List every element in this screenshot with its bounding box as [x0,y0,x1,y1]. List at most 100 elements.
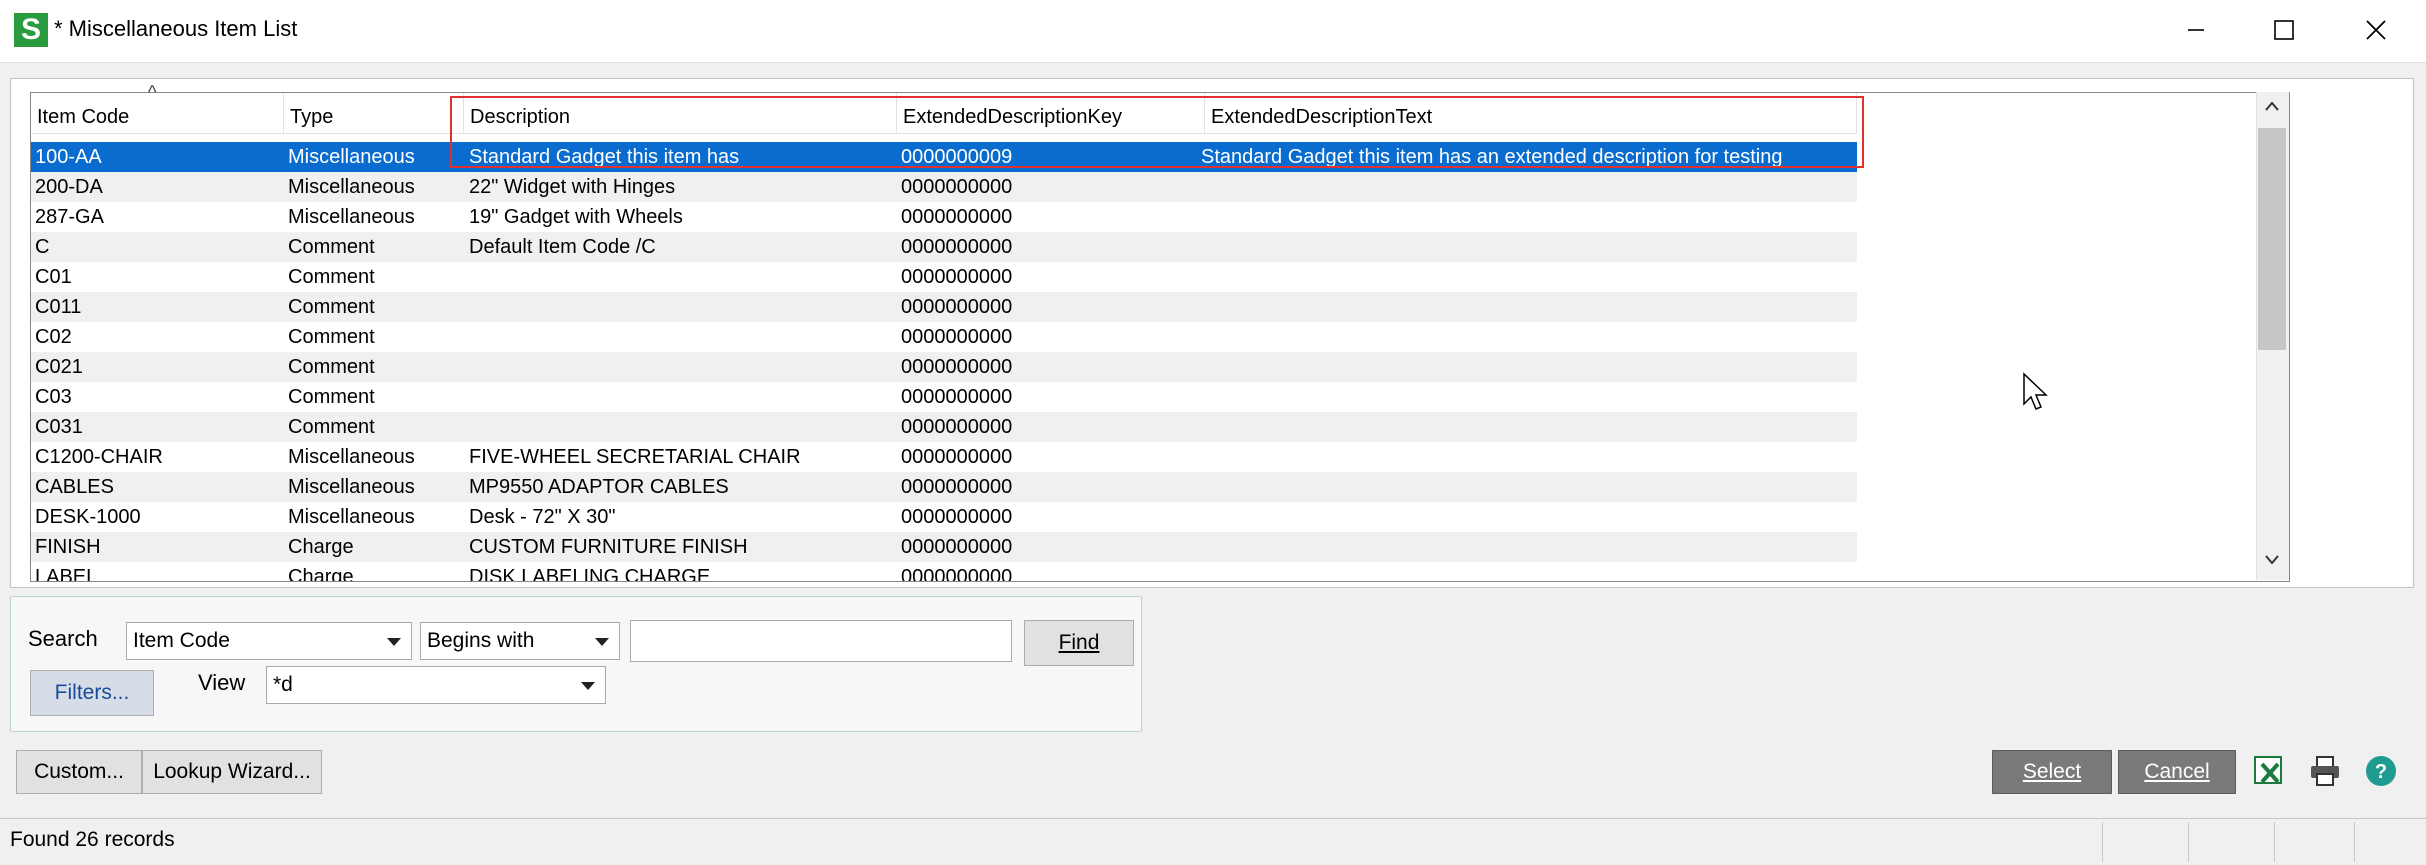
cell-item-code: 200-DA [35,176,103,198]
table-row[interactable]: CABLES Miscellaneous MP9550 ADAPTOR CABLES… [31,472,1857,502]
scroll-down-icon[interactable] [2262,550,2282,575]
cell-item-code: 100-AA [35,146,102,168]
table-row[interactable]: LABEL Charge DISK LABELING CHARGE 000000000… [31,562,1857,582]
table-row[interactable]: 200-DA Miscellaneous 22" Widget with Hinge… [31,172,1857,202]
view-select[interactable]: *d [266,666,606,704]
table-row[interactable]: C02 Comment 0000000000 [31,322,1857,352]
title-bar [0,0,2426,63]
cell-description: MP9550 ADAPTOR CABLES [469,476,729,498]
item-grid[interactable]: Item Code Type Description ExtendedDescr… [30,92,2290,582]
excel-export-icon[interactable] [2252,754,2286,793]
cell-extended-description-key: 0000000000 [901,326,1013,348]
cell-item-code: FINISH [35,536,101,558]
app-logo-icon: S [14,13,48,47]
cell-description: 19" Gadget with Wheels [469,206,683,228]
cell-extended-description-key: 0000000000 [901,446,1013,468]
cell-type: Comment [288,326,375,348]
cancel-button[interactable]: Cancel [2118,750,2236,794]
cell-extended-description-key: 0000000000 [901,476,1013,498]
chevron-down-icon [595,638,609,646]
column-header-extended-description-key[interactable]: ExtendedDescriptionKey [897,93,1205,133]
custom-button[interactable]: Custom... [16,750,142,794]
maximize-button[interactable] [2238,0,2330,60]
cell-description: Default Item Code /C [469,236,656,258]
column-header-label: Item Code [37,106,130,128]
cell-type: Miscellaneous [288,206,415,228]
table-row[interactable]: DESK-1000 Miscellaneous Desk - 72" X 30" 00… [31,502,1857,532]
column-header-extended-description-text[interactable]: ExtendedDescriptionText [1205,93,1857,133]
cell-extended-description-key: 0000000000 [901,236,1013,258]
table-row[interactable]: C031 Comment 0000000000 [31,412,1857,442]
cell-extended-description-text: Standard Gadget this item has an extende… [1201,146,1783,168]
cell-type: Comment [288,236,375,258]
find-button-label: Find [1058,631,1100,654]
cell-extended-description-key: 0000000000 [901,266,1013,288]
view-label: View [198,670,246,695]
table-row[interactable]: C01 Comment 0000000000 [31,262,1857,292]
close-button[interactable] [2330,0,2422,60]
status-bar [0,818,2426,865]
cell-extended-description-key: 0000000000 [901,566,1013,582]
status-segment [2274,822,2355,862]
cell-extended-description-key: 0000000000 [901,536,1013,558]
cell-extended-description-key: 0000000009 [901,146,1013,168]
cancel-button-label: Cancel [2144,760,2210,783]
select-button[interactable]: Select [1992,750,2112,794]
search-input[interactable] [630,620,1012,662]
cell-extended-description-key: 0000000000 [901,416,1013,438]
column-header-type[interactable]: Type [284,93,464,133]
cell-extended-description-key: 0000000000 [901,506,1013,528]
status-segment [2188,822,2275,862]
cell-description: DISK LABELING CHARGE [469,566,711,582]
column-header-label: Description [470,106,571,128]
search-operator-select[interactable]: Begins with [420,622,620,660]
scroll-up-icon[interactable] [2262,96,2282,121]
search-field-select[interactable]: Item Code [126,622,412,660]
table-row[interactable]: C1200-CHAIR Miscellaneous FIVE-WHEEL SECRE… [31,442,1857,472]
status-text: Found 26 records [10,828,175,851]
help-icon[interactable]: ? [2364,754,2398,793]
cell-extended-description-key: 0000000000 [901,356,1013,378]
cell-type: Miscellaneous [288,506,415,528]
column-header-item-code[interactable]: Item Code [31,93,284,133]
column-header-label: ExtendedDescriptionText [1211,106,1433,128]
close-icon [2366,20,2386,40]
select-button-label: Select [2022,760,2082,783]
find-button[interactable]: Find [1024,620,1134,666]
cell-item-code: C021 [35,356,83,378]
table-row[interactable]: 287-GA Miscellaneous 19" Gadget with Wheel… [31,202,1857,232]
window-title: * Miscellaneous Item List [54,16,298,41]
chevron-down-icon [581,682,595,690]
cell-item-code: C011 [35,296,82,318]
cell-item-code: C031 [35,416,83,438]
cell-item-code: 287-GA [35,206,104,228]
cell-item-code: CABLES [35,476,114,498]
cell-description: Standard Gadget this item has [469,146,740,168]
cell-type: Comment [288,266,375,288]
column-header-label: ExtendedDescriptionKey [903,106,1123,128]
column-header-description[interactable]: Description [464,93,897,133]
lookup-wizard-button[interactable]: Lookup Wizard... [142,750,322,794]
table-row[interactable]: FINISH Charge CUSTOM FURNITURE FINISH 00000… [31,532,1857,562]
column-header-label: Type [290,106,334,128]
table-row[interactable]: C021 Comment 0000000000 [31,352,1857,382]
search-field-value: Item Code [133,629,230,652]
cell-type: Comment [288,386,375,408]
cell-item-code: C [35,236,50,258]
sort-ascending-icon: ^ [148,82,157,102]
custom-button-label: Custom... [34,760,124,783]
cell-type: Miscellaneous [288,176,415,198]
table-row[interactable]: 100-AA Miscellaneous Standard Gadget this … [31,142,1857,172]
table-row[interactable]: C Comment Default Item Code /C 0000000000 [31,232,1857,262]
table-row[interactable]: C011 Comment 0000000000 [31,292,1857,322]
print-icon[interactable] [2308,754,2342,793]
filters-button[interactable]: Filters... [30,670,154,716]
mouse-cursor-icon [2022,372,2048,417]
cell-type: Miscellaneous [288,146,415,168]
cell-type: Miscellaneous [288,446,415,468]
table-row[interactable]: C03 Comment 0000000000 [31,382,1857,412]
grid-header: Item Code Type Description ExtendedDescr… [31,93,1857,134]
cell-item-code: C03 [35,386,72,408]
scrollbar-thumb[interactable] [2258,128,2286,350]
minimize-button[interactable] [2150,0,2242,60]
